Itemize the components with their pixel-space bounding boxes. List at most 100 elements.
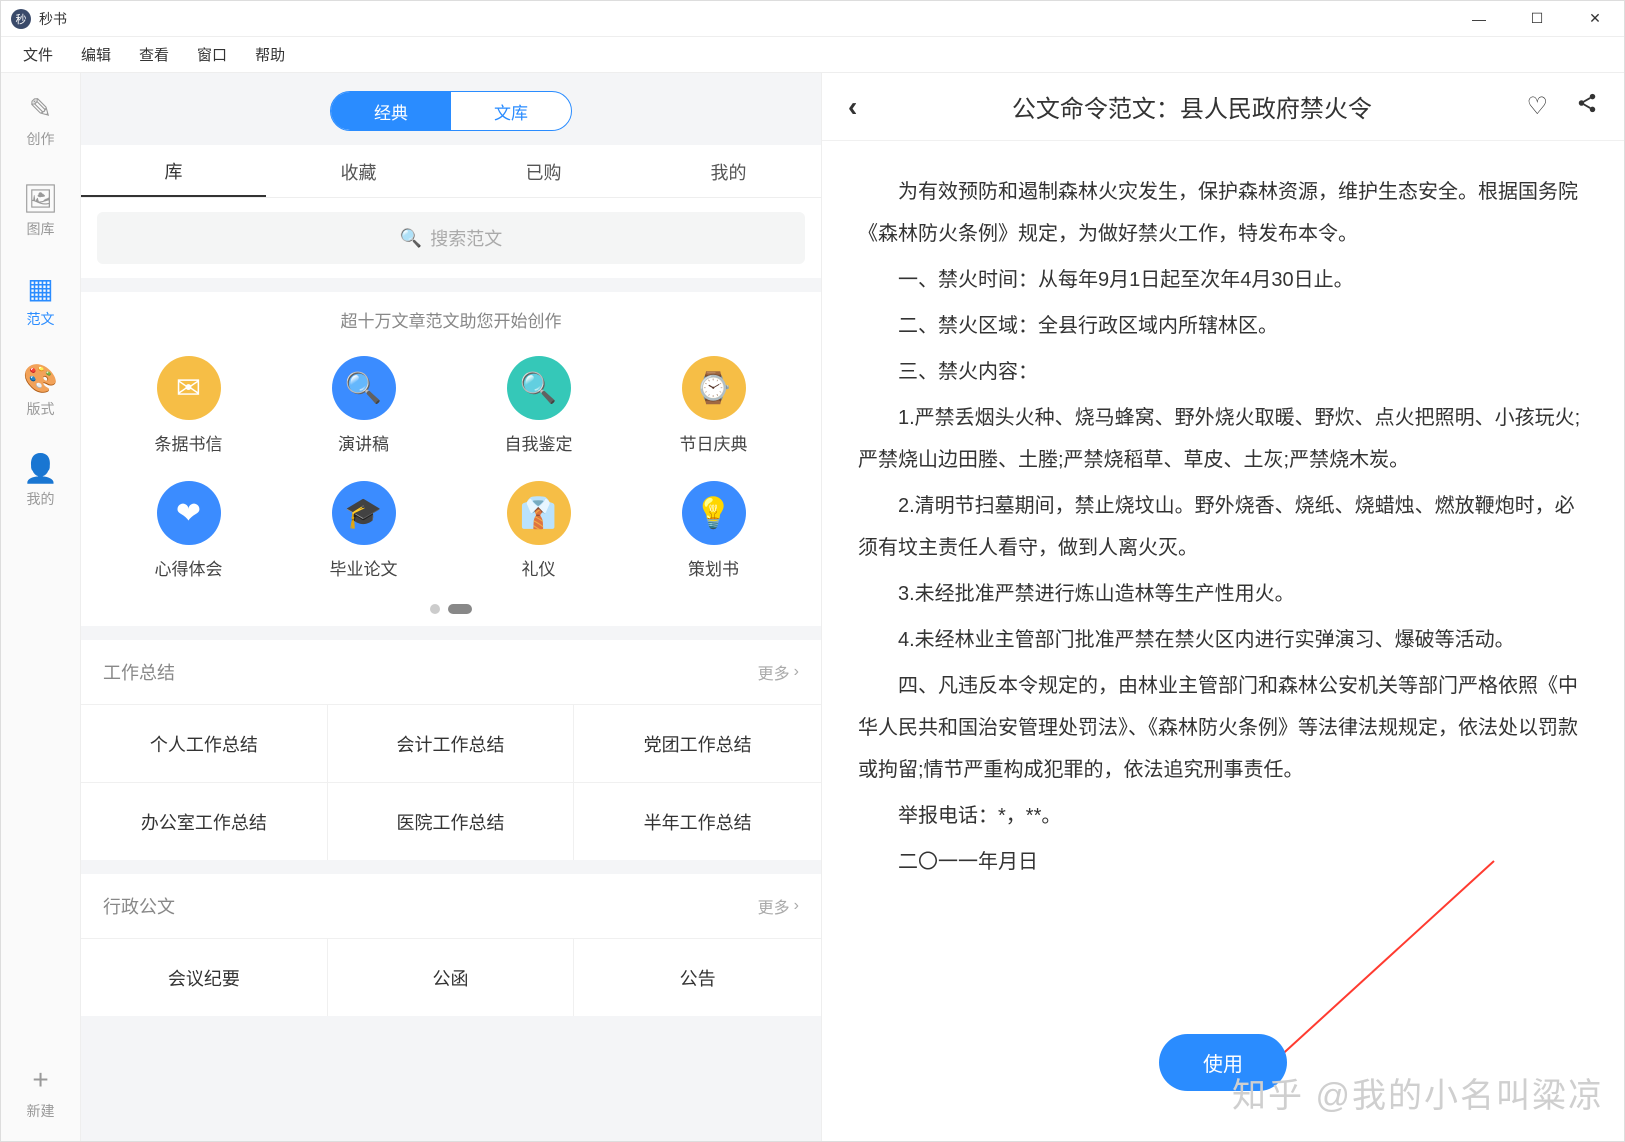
search-placeholder: 搜索范文: [430, 225, 502, 251]
list-item[interactable]: 公函: [328, 938, 575, 1016]
segment-control: 经典 文库: [81, 73, 821, 145]
nav-new-label: 新建: [27, 1101, 55, 1121]
tab-library[interactable]: 库: [81, 145, 266, 197]
menu-file[interactable]: 文件: [9, 40, 67, 69]
nav-templates[interactable]: ▦ 范文: [11, 271, 71, 329]
menu-window[interactable]: 窗口: [183, 40, 241, 69]
graduation-icon: 🎓: [332, 481, 396, 545]
watch-icon: ⌚: [682, 356, 746, 420]
banner-text: 超十万文章范文助您开始创作: [81, 292, 821, 346]
share-icon: [1576, 92, 1598, 114]
minimize-button[interactable]: —: [1450, 1, 1508, 37]
window-controls: — ☐ ✕: [1450, 1, 1624, 37]
paragraph: 3.未经批准严禁进行炼山造林等生产性用火。: [858, 573, 1588, 615]
nav-new[interactable]: + 新建: [11, 1063, 71, 1121]
middle-panel: 经典 文库 库 收藏 已购 我的 🔍 搜索范文 超十万文章范文助您开始创作 ✉条…: [81, 73, 821, 1141]
chevron-right-icon: ›: [794, 663, 799, 681]
nav-style[interactable]: 🎨 版式: [11, 361, 71, 419]
bulb-icon: 💡: [682, 481, 746, 545]
list-item[interactable]: 办公室工作总结: [81, 782, 328, 860]
segment-classic[interactable]: 经典: [331, 92, 451, 130]
palette-icon: 🎨: [24, 361, 58, 395]
chevron-right-icon: ›: [794, 897, 799, 915]
paragraph: 举报电话：*，**。: [858, 795, 1588, 837]
menu-edit[interactable]: 编辑: [67, 40, 125, 69]
app-title: 秒书: [39, 9, 67, 29]
use-button[interactable]: 使用: [1159, 1034, 1287, 1091]
nav-create[interactable]: ✎ 创作: [11, 91, 71, 149]
menu-view[interactable]: 查看: [125, 40, 183, 69]
nav-gallery[interactable]: 🖼 图库: [11, 181, 71, 239]
nav-create-label: 创作: [27, 129, 55, 149]
titlebar: 秒 秒书 — ☐ ✕: [1, 1, 1624, 37]
category-self-eval[interactable]: 🔍自我鉴定: [451, 356, 626, 455]
magnifier-icon: 🔍: [507, 356, 571, 420]
section-title: 行政公文: [103, 893, 175, 919]
category-etiquette[interactable]: 👔礼仪: [451, 481, 626, 580]
image-icon: 🖼: [24, 181, 58, 215]
list-item[interactable]: 个人工作总结: [81, 704, 328, 782]
list-item[interactable]: 公告: [574, 938, 821, 1016]
segment-library[interactable]: 文库: [451, 92, 571, 130]
envelope-icon: ✉: [157, 356, 221, 420]
search-input[interactable]: 🔍 搜索范文: [97, 212, 805, 264]
article-body[interactable]: 为有效预防和遏制森林火灾发生，保护森林资源，维护生态安全。根据国务院《森林防火条…: [822, 141, 1624, 1141]
section-title: 工作总结: [103, 659, 175, 685]
magnifier-icon: 🔍: [332, 356, 396, 420]
category-plan[interactable]: 💡策划书: [626, 481, 801, 580]
tab-mine[interactable]: 我的: [636, 145, 821, 197]
pagination-dots: [81, 604, 821, 626]
close-button[interactable]: ✕: [1566, 1, 1624, 37]
tab-purchased[interactable]: 已购: [451, 145, 636, 197]
article-title: 公文命令范文：县人民政府禁火令: [879, 89, 1504, 124]
left-sidebar: ✎ 创作 🖼 图库 ▦ 范文 🎨 版式 👤 我的 + 新建: [1, 73, 81, 1141]
dot-active-icon[interactable]: [448, 604, 472, 614]
dress-icon: 👔: [507, 481, 571, 545]
nav-gallery-label: 图库: [27, 219, 55, 239]
search-icon: 🔍: [400, 228, 422, 249]
paragraph: 三、禁火内容：: [858, 351, 1588, 393]
nav-templates-label: 范文: [27, 309, 55, 329]
list-item[interactable]: 会计工作总结: [328, 704, 575, 782]
menubar: 文件 编辑 查看 窗口 帮助: [1, 37, 1624, 73]
nav-mine[interactable]: 👤 我的: [11, 451, 71, 509]
category-letters[interactable]: ✉条据书信: [101, 356, 276, 455]
section-official-docs: 行政公文 更多› 会议纪要 公函 公告: [81, 874, 821, 1016]
share-button[interactable]: [1570, 92, 1604, 121]
list-item[interactable]: 半年工作总结: [574, 782, 821, 860]
back-button[interactable]: ‹: [842, 91, 863, 123]
list-item[interactable]: 党团工作总结: [574, 704, 821, 782]
nav-style-label: 版式: [27, 399, 55, 419]
article-panel: ‹ 公文命令范文：县人民政府禁火令 ♡ 为有效预防和遏制森林火灾发生，保护森林资…: [821, 73, 1624, 1141]
person-icon: 👤: [24, 451, 58, 485]
grid-icon: ▦: [24, 271, 58, 305]
paragraph: 4.未经林业主管部门批准严禁在禁火区内进行实弹演习、爆破等活动。: [858, 619, 1588, 661]
list-item[interactable]: 医院工作总结: [328, 782, 575, 860]
category-festival[interactable]: ⌚节日庆典: [626, 356, 801, 455]
tab-favorites[interactable]: 收藏: [266, 145, 451, 197]
category-grid: ✉条据书信 🔍演讲稿 🔍自我鉴定 ⌚节日庆典 ❤心得体会 🎓毕业论文 👔礼仪 💡…: [81, 346, 821, 604]
section-work-summary: 工作总结 更多› 个人工作总结 会计工作总结 党团工作总结 办公室工作总结 医院…: [81, 640, 821, 860]
category-experience[interactable]: ❤心得体会: [101, 481, 276, 580]
paragraph: 二、禁火区域：全县行政区域内所辖林区。: [858, 305, 1588, 347]
category-speech[interactable]: 🔍演讲稿: [276, 356, 451, 455]
pencil-icon: ✎: [24, 91, 58, 125]
list-item[interactable]: 会议纪要: [81, 938, 328, 1016]
paragraph: 四、凡违反本令规定的，由林业主管部门和森林公安机关等部门严格依照《中华人民共和国…: [858, 665, 1588, 791]
plus-icon: +: [24, 1063, 58, 1097]
favorite-button[interactable]: ♡: [1520, 92, 1554, 121]
paragraph: 1.严禁丢烟头火种、烧马蜂窝、野外烧火取暖、野炊、点火把照明、小孩玩火;严禁烧山…: [858, 397, 1588, 481]
dot-icon[interactable]: [430, 604, 440, 614]
nav-mine-label: 我的: [27, 489, 55, 509]
heart-icon: ❤: [157, 481, 221, 545]
paragraph: 2.清明节扫墓期间，禁止烧坟山。野外烧香、烧纸、烧蜡烛、燃放鞭炮时，必须有坟主责…: [858, 485, 1588, 569]
paragraph: 为有效预防和遏制森林火灾发生，保护森林资源，维护生态安全。根据国务院《森林防火条…: [858, 171, 1588, 255]
menu-help[interactable]: 帮助: [241, 40, 299, 69]
category-thesis[interactable]: 🎓毕业论文: [276, 481, 451, 580]
section-more-link[interactable]: 更多›: [758, 894, 799, 918]
maximize-button[interactable]: ☐: [1508, 1, 1566, 37]
tabs: 库 收藏 已购 我的: [81, 145, 821, 198]
section-more-link[interactable]: 更多›: [758, 660, 799, 684]
article-header: ‹ 公文命令范文：县人民政府禁火令 ♡: [822, 73, 1624, 141]
paragraph: 一、禁火时间：从每年9月1日起至次年4月30日止。: [858, 259, 1588, 301]
